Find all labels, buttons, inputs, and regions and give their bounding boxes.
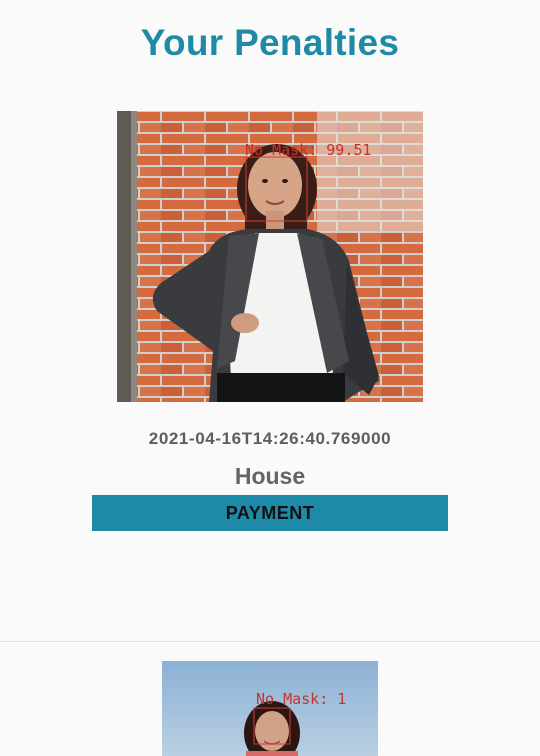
payment-button[interactable]: PAYMENT [92,495,448,531]
detection-label: No Mask: 99.51 [245,141,372,159]
page-title: Your Penalties [140,22,400,63]
penalty-photo: No Mask: 99.51 [117,111,423,402]
penalty-photo: No Mask: 1 [162,661,378,756]
penalty-location: House [234,463,306,489]
card-divider [0,641,540,642]
detection-label: No Mask: 1 [256,690,347,708]
penalty-photo-graphic [162,661,378,756]
penalty-timestamp: 2021-04-16T14:26:40.769000 [148,429,392,448]
